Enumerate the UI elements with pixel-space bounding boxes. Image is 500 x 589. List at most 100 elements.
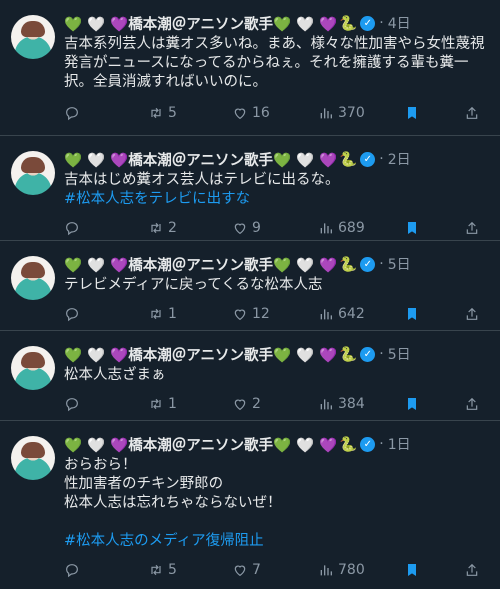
tweet-time[interactable]: 4日 — [388, 13, 411, 33]
share-button[interactable] — [464, 220, 484, 236]
bookmark-button[interactable] — [404, 220, 464, 236]
retweet-icon — [151, 564, 161, 576]
bookmark-button[interactable] — [404, 306, 464, 322]
reply-button[interactable] — [64, 562, 148, 578]
view-count: 384 — [338, 396, 365, 412]
retweet-count: 5 — [168, 105, 177, 121]
reply-icon — [66, 308, 78, 322]
share-button[interactable] — [464, 105, 484, 121]
snake-emoji: 🐍 — [339, 256, 358, 273]
like-button[interactable]: 7 — [232, 562, 318, 578]
tweet-header: 💚 🤍 💜橋本潮＠アニソン歌手💚 🤍 💜 🐍 ✓ · 5日 — [64, 344, 488, 365]
tweet-actions: 5 16 370 — [64, 94, 488, 132]
views-button[interactable]: 370 — [318, 105, 404, 121]
views-chart-icon — [320, 565, 332, 576]
heart-icon — [234, 565, 246, 577]
tweet-time[interactable]: 1日 — [388, 434, 411, 454]
like-button[interactable]: 9 — [232, 220, 318, 236]
verified-badge-icon: ✓ — [360, 15, 376, 31]
like-count: 9 — [252, 220, 261, 236]
like-button[interactable]: 16 — [232, 105, 318, 121]
like-count: 16 — [252, 105, 270, 121]
reply-button[interactable] — [64, 396, 148, 412]
reply-icon — [66, 564, 78, 578]
display-name[interactable]: 💚 🤍 💜橋本潮＠アニソン歌手💚 🤍 💜 — [64, 434, 337, 455]
reply-button[interactable] — [64, 105, 148, 121]
separator-dot: · — [379, 15, 384, 31]
retweet-icon — [151, 222, 161, 234]
display-name[interactable]: 💚 🤍 💜橋本潮＠アニソン歌手💚 🤍 💜 — [64, 13, 337, 34]
avatar[interactable] — [11, 15, 55, 59]
tweet[interactable]: 💚 🤍 💜橋本潮＠アニソン歌手💚 🤍 💜 🐍 ✓ · 5日 テレビメディアに戻っ… — [0, 241, 500, 331]
bookmark-button[interactable] — [404, 105, 464, 121]
share-icon — [466, 563, 478, 576]
display-name[interactable]: 💚 🤍 💜橋本潮＠アニソン歌手💚 🤍 💜 — [64, 344, 337, 365]
tweet-actions: 1 2 384 — [64, 385, 488, 423]
tweet-text: テレビメディアに戻ってくるな松本人志 — [64, 277, 323, 293]
avatar[interactable] — [11, 256, 55, 300]
reply-button[interactable] — [64, 220, 148, 236]
view-count: 780 — [338, 562, 365, 578]
retweet-button[interactable]: 1 — [148, 396, 232, 412]
like-count: 12 — [252, 306, 270, 322]
hashtag-link[interactable]: #松本人志のメディア復帰阻止 — [64, 532, 488, 551]
view-count: 689 — [338, 220, 365, 236]
views-button[interactable]: 642 — [318, 306, 404, 322]
bookmark-icon — [408, 564, 416, 576]
bookmark-icon — [408, 308, 416, 320]
snake-emoji: 🐍 — [339, 346, 358, 363]
avatar[interactable] — [11, 436, 55, 480]
views-button[interactable]: 780 — [318, 562, 404, 578]
retweet-button[interactable]: 1 — [148, 306, 232, 322]
display-name[interactable]: 💚 🤍 💜橋本潮＠アニソン歌手💚 🤍 💜 — [64, 149, 337, 170]
timeline-feed: 💚 🤍 💜橋本潮＠アニソン歌手💚 🤍 💜 🐍 ✓ · 4日 吉本系列芸人は糞オス… — [0, 0, 500, 587]
bookmark-button[interactable] — [404, 562, 464, 578]
share-icon — [466, 307, 478, 320]
tweet-actions: 5 7 780 — [64, 551, 488, 589]
tweet-header: 💚 🤍 💜橋本潮＠アニソン歌手💚 🤍 💜 🐍 ✓ · 4日 — [64, 13, 488, 34]
views-chart-icon — [320, 108, 332, 119]
avatar[interactable] — [11, 346, 55, 390]
tweet[interactable]: 💚 🤍 💜橋本潮＠アニソン歌手💚 🤍 💜 🐍 ✓ · 2日 吉本はじめ糞オス芸人… — [0, 136, 500, 241]
like-button[interactable]: 2 — [232, 396, 318, 412]
tweet[interactable]: 💚 🤍 💜橋本潮＠アニソン歌手💚 🤍 💜 🐍 ✓ · 4日 吉本系列芸人は糞オス… — [0, 0, 500, 136]
reply-icon — [66, 222, 78, 236]
retweet-count: 5 — [168, 562, 177, 578]
separator-dot: · — [379, 151, 384, 167]
verified-badge-icon: ✓ — [360, 151, 376, 167]
reply-button[interactable] — [64, 306, 148, 322]
tweet-time[interactable]: 5日 — [388, 254, 411, 274]
hashtag-link[interactable]: #松本人志をテレビに出すな — [64, 190, 488, 209]
share-icon — [466, 221, 478, 234]
retweet-button[interactable]: 2 — [148, 220, 232, 236]
share-button[interactable] — [464, 306, 484, 322]
reply-icon — [66, 398, 78, 412]
bookmark-icon — [408, 107, 416, 119]
bookmark-button[interactable] — [404, 396, 464, 412]
separator-dot: · — [379, 436, 384, 452]
share-button[interactable] — [464, 562, 484, 578]
tweet[interactable]: 💚 🤍 💜橋本潮＠アニソン歌手💚 🤍 💜 🐍 ✓ · 5日 松本人志ざまぁ 1 … — [0, 331, 500, 421]
like-button[interactable]: 12 — [232, 306, 318, 322]
retweet-button[interactable]: 5 — [148, 105, 232, 121]
snake-emoji: 🐍 — [339, 15, 358, 32]
heart-icon — [234, 108, 246, 120]
retweet-count: 1 — [168, 306, 177, 322]
snake-emoji: 🐍 — [339, 151, 358, 168]
display-name[interactable]: 💚 🤍 💜橋本潮＠アニソン歌手💚 🤍 💜 — [64, 254, 337, 275]
retweet-count: 2 — [168, 220, 177, 236]
views-button[interactable]: 689 — [318, 220, 404, 236]
tweet-header: 💚 🤍 💜橋本潮＠アニソン歌手💚 🤍 💜 🐍 ✓ · 2日 — [64, 149, 488, 170]
like-count: 2 — [252, 396, 261, 412]
retweet-icon — [151, 398, 161, 410]
views-button[interactable]: 384 — [318, 396, 404, 412]
tweet-time[interactable]: 5日 — [388, 344, 411, 364]
views-chart-icon — [320, 399, 332, 410]
share-button[interactable] — [464, 396, 484, 412]
heart-icon — [234, 399, 246, 411]
tweet-time[interactable]: 2日 — [388, 149, 411, 169]
verified-badge-icon: ✓ — [360, 346, 376, 362]
tweet[interactable]: 💚 🤍 💜橋本潮＠アニソン歌手💚 🤍 💜 🐍 ✓ · 1日 おらおら！ 性加害者… — [0, 421, 500, 587]
retweet-button[interactable]: 5 — [148, 562, 232, 578]
avatar[interactable] — [11, 151, 55, 195]
